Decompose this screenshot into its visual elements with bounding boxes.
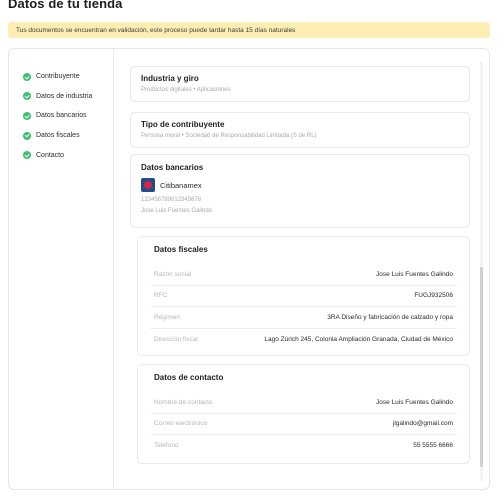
row-value: jlgalindo@gmail.com (392, 420, 453, 428)
row-label: Teléfono (154, 442, 179, 450)
fiscal-row-rfc: RFC FUGJ932506 (150, 286, 457, 307)
datos-contacto-card: Datos de contacto Nombre de contacto Jos… (137, 364, 470, 464)
row-label: Nombre de contacto (154, 398, 213, 406)
bank-account-holder: Jose Luis Fuentes Galindo (141, 208, 213, 214)
contact-row-nombre: Nombre de contacto Jose Luis Fuentes Gal… (150, 392, 457, 414)
nav-item-label: Datos bancarios (36, 112, 87, 120)
check-circle-icon (23, 111, 31, 120)
industria-card: Industria y giro Productos digitales • A… (130, 66, 470, 102)
row-label: Razón social (154, 270, 192, 278)
nav-item-bancarios[interactable]: Datos bancarios (23, 106, 123, 126)
nav-item-fiscales[interactable]: Datos fiscales (23, 126, 123, 146)
row-value: FUGJ932506 (414, 292, 453, 300)
datos-fiscales-card: Datos fiscales Razón social Jose Luis Fu… (137, 236, 470, 356)
nav-item-label: Contacto (36, 151, 65, 159)
bank-account-number: 123456789012345678 (141, 197, 202, 203)
fiscal-row-regimen: Régimen 3RA Diseño y fabricación de calz… (150, 307, 457, 329)
page-title: Datos de tu tienda (8, 0, 123, 11)
nav-item-label: Datos fiscales (36, 132, 80, 140)
row-value: Jose Luis Fuentes Galindo (376, 270, 453, 278)
bank-row: Citibanamex (141, 178, 459, 192)
row-value: Jose Luis Fuentes Galindo (376, 398, 453, 406)
citibanamex-logo-icon (141, 178, 155, 192)
row-label: Régimen (154, 313, 181, 321)
check-circle-icon (23, 92, 31, 101)
industria-subtitle: Productos digitales • Aplicaciones (141, 87, 231, 93)
scrollbar-thumb[interactable] (480, 267, 483, 467)
row-label: RFC (154, 292, 168, 300)
fiscales-title: Datos fiscales (154, 245, 208, 254)
nav-item-label: Contribuyente (36, 73, 80, 81)
contact-row-correo: Correo electrónico jlgalindo@gmail.com (150, 414, 457, 435)
datos-bancarios-card: Datos bancarios Citibanamex 123456789012… (130, 154, 470, 228)
row-value: 3RA Diseño y fabricación de calzado y ro… (327, 313, 453, 321)
fiscal-row-direccion: Dirección fiscal Lago Zúrich 245, Coloni… (150, 329, 457, 351)
nav-item-contacto[interactable]: Contacto (23, 145, 123, 165)
section-nav: Contribuyente Datos de industria Datos b… (23, 67, 123, 165)
tipo-title: Tipo de contribuyente (141, 120, 225, 129)
fiscal-row-razon-social: Razón social Jose Luis Fuentes Galindo (150, 264, 457, 286)
tipo-subtitle: Persona moral • Sociedad de Responsabili… (141, 133, 317, 139)
row-value: 55 5555 6666 (413, 442, 453, 450)
check-circle-icon (23, 72, 31, 81)
bancarios-title: Datos bancarios (141, 163, 204, 172)
nav-item-label: Datos de industria (36, 92, 93, 100)
nav-item-contribuyente[interactable]: Contribuyente (23, 67, 123, 87)
row-value: Lago Zúrich 245, Colonia Ampliación Gran… (264, 335, 453, 343)
industria-title: Industria y giro (141, 74, 199, 83)
panel-divider (113, 49, 114, 489)
row-label: Dirección fiscal (154, 335, 198, 343)
bank-name: Citibanamex (160, 180, 202, 190)
check-circle-icon (23, 151, 31, 160)
contact-row-telefono: Teléfono 55 5555 6666 (150, 435, 457, 457)
nav-item-industria[interactable]: Datos de industria (23, 87, 123, 107)
contacto-title: Datos de contacto (154, 373, 224, 382)
check-circle-icon (23, 131, 31, 140)
row-label: Correo electrónico (154, 420, 208, 428)
validation-banner: Tus documentos se encuentran en validaci… (8, 22, 490, 38)
tipo-contribuyente-card: Tipo de contribuyente Persona moral • So… (130, 112, 470, 148)
